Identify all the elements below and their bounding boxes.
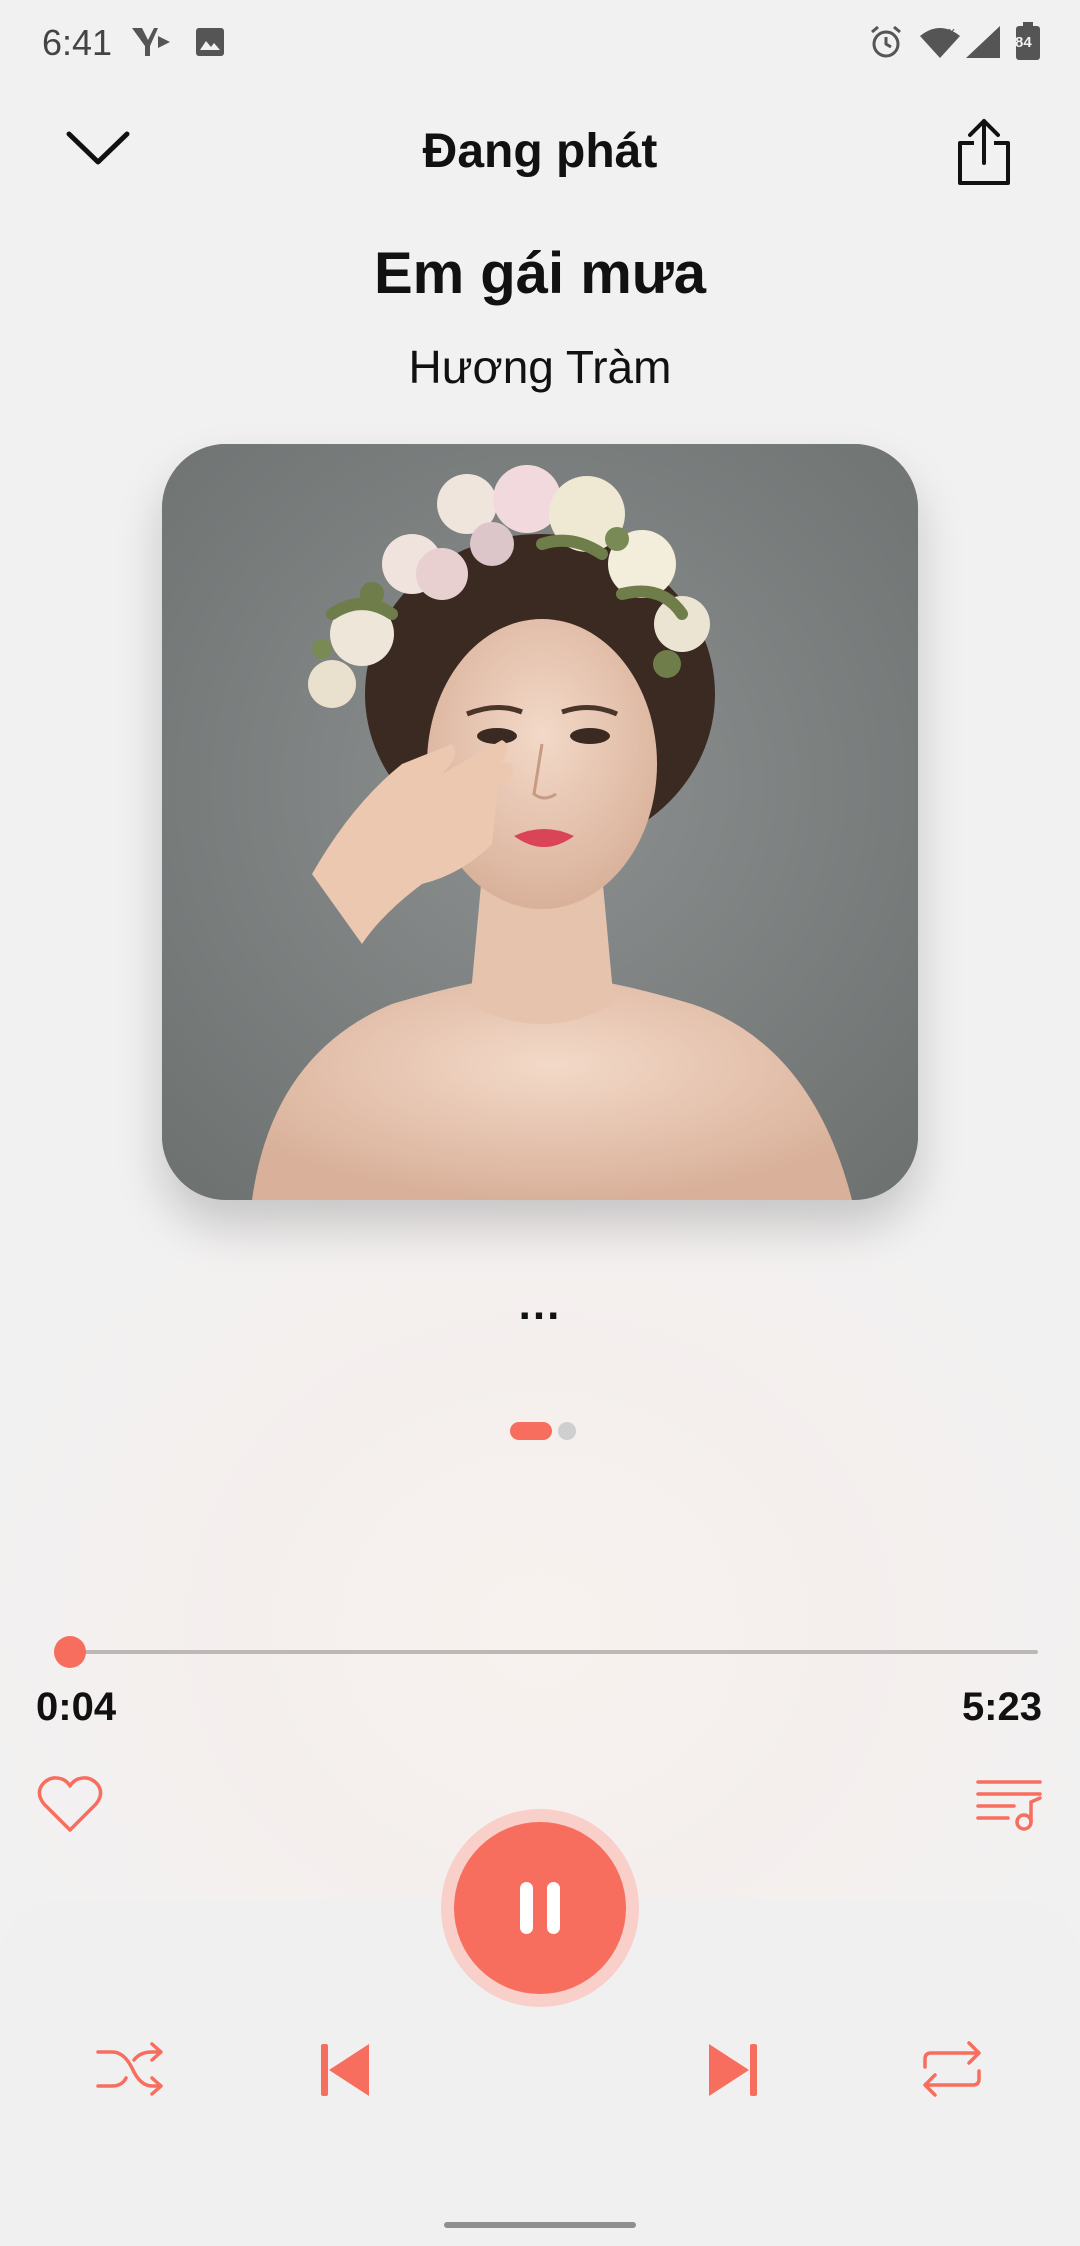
album-cover xyxy=(162,444,918,1200)
pager-dot[interactable] xyxy=(558,1422,576,1440)
pause-icon xyxy=(520,1882,560,1934)
repeat-button[interactable] xyxy=(912,2034,992,2104)
pager-dot-active[interactable] xyxy=(510,1422,552,1440)
image-icon xyxy=(194,22,226,62)
favorite-button[interactable] xyxy=(34,1772,106,1836)
home-indicator[interactable] xyxy=(444,2222,636,2228)
share-icon xyxy=(958,119,1010,185)
next-icon xyxy=(709,2044,757,2096)
progress-thumb[interactable] xyxy=(53,1636,86,1668)
share-button[interactable] xyxy=(950,114,1018,190)
wifi-icon: x xyxy=(918,22,962,62)
shuffle-button[interactable] xyxy=(90,2034,170,2104)
next-button[interactable] xyxy=(700,2038,766,2102)
playlist-icon xyxy=(976,1780,1042,1831)
song-title: Em gái mưa xyxy=(373,241,707,306)
app-notification-icon xyxy=(128,22,174,62)
status-time: 6:41 xyxy=(42,22,113,63)
alarm-icon xyxy=(866,22,906,62)
progress-track[interactable] xyxy=(58,1650,1038,1654)
previous-icon xyxy=(321,2044,369,2096)
pause-button[interactable] xyxy=(454,1822,626,1994)
previous-button[interactable] xyxy=(312,2038,378,2102)
repeat-icon xyxy=(923,2041,981,2097)
battery-level: 84 xyxy=(1015,34,1032,51)
battery-icon: 84 xyxy=(1012,22,1044,62)
heart-icon xyxy=(37,1776,103,1832)
svg-text:x: x xyxy=(948,25,955,39)
lyrics-text: ... xyxy=(518,1280,562,1329)
artist-name[interactable]: Hương Tràm xyxy=(0,340,1080,394)
shuffle-icon xyxy=(96,2042,163,2096)
total-time: 5:23 xyxy=(961,1685,1042,1729)
signal-icon xyxy=(962,22,1002,62)
playlist-button[interactable] xyxy=(972,1774,1046,1834)
current-time: 0:04 xyxy=(36,1685,117,1729)
page-title: Đang phát xyxy=(422,125,658,178)
